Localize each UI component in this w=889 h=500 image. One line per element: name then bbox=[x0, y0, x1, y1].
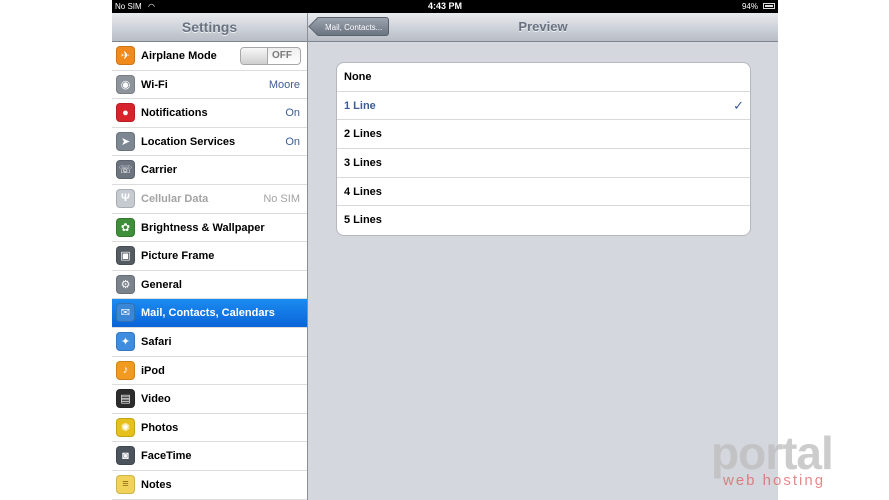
sidebar-item-label: Brightness & Wallpaper bbox=[141, 221, 265, 234]
sidebar-item-label: Photos bbox=[141, 421, 179, 434]
notepad-icon: ≡ bbox=[116, 474, 135, 494]
sidebar-item-label: Mail, Contacts, Calendars bbox=[141, 307, 275, 320]
option-label: 2 Lines bbox=[344, 128, 382, 141]
sidebar-item-general[interactable]: ⚙ General bbox=[112, 271, 307, 300]
clapperboard-icon: ▤ bbox=[116, 389, 135, 409]
notifications-icon: ● bbox=[116, 103, 135, 123]
sidebar-item-label: Cellular Data bbox=[141, 192, 209, 205]
music-note-icon: ♪ bbox=[116, 360, 135, 380]
battery-icon bbox=[763, 3, 775, 9]
sidebar-item-ipod[interactable]: ♪ iPod bbox=[112, 357, 307, 386]
sidebar-item-safari[interactable]: ✦ Safari bbox=[112, 328, 307, 357]
sidebar-item-brightness-wallpaper[interactable]: ✿ Brightness & Wallpaper bbox=[112, 214, 307, 243]
location-services-value: On bbox=[285, 135, 300, 148]
sidebar-item-notifications[interactable]: ● Notifications On bbox=[112, 99, 307, 128]
wifi-icon: ◉ bbox=[116, 74, 135, 94]
sidebar-item-label: General bbox=[141, 278, 182, 291]
option-label: 3 Lines bbox=[344, 157, 382, 170]
gear-icon: ⚙ bbox=[116, 274, 135, 294]
sidebar-item-label: Wi-Fi bbox=[141, 78, 168, 91]
option-none[interactable]: None bbox=[337, 63, 750, 92]
option-label: 5 Lines bbox=[344, 214, 382, 227]
ipad-screen: No SIM ◠ 4:43 PM 94% Settings ✈ Airplane… bbox=[112, 0, 778, 500]
sidebar-item-location-services[interactable]: ➤ Location Services On bbox=[112, 128, 307, 157]
airplane-mode-toggle[interactable]: OFF bbox=[240, 47, 301, 65]
portal-web-hosting-watermark: portal web hosting bbox=[711, 428, 861, 494]
sidebar-item-label: iPod bbox=[141, 364, 165, 377]
watermark-sub-text: web hosting bbox=[723, 472, 826, 489]
sidebar-item-label: Video bbox=[141, 393, 171, 406]
option-3-lines[interactable]: 3 Lines bbox=[337, 149, 750, 178]
sidebar-item-label: Location Services bbox=[141, 135, 236, 148]
sidebar-item-carrier[interactable]: ☏ Carrier bbox=[112, 156, 307, 185]
sidebar-item-label: FaceTime bbox=[141, 450, 192, 463]
sidebar-item-photos[interactable]: ✺ Photos bbox=[112, 414, 307, 443]
sidebar-title: Settings bbox=[112, 13, 307, 42]
sidebar-item-wifi[interactable]: ◉ Wi-Fi Moore bbox=[112, 71, 307, 100]
sunflower-icon: ✺ bbox=[116, 417, 135, 437]
flower-icon: ✿ bbox=[116, 217, 135, 237]
detail-pane: Mail, Contacts... Preview None 1 Line ✓ … bbox=[308, 13, 778, 500]
airplane-icon: ✈ bbox=[116, 46, 135, 65]
cellular-data-value: No SIM bbox=[263, 192, 300, 205]
antenna-icon: Ψ bbox=[116, 188, 135, 208]
option-1-line[interactable]: 1 Line ✓ bbox=[337, 92, 750, 121]
sidebar-item-video[interactable]: ▤ Video bbox=[112, 385, 307, 414]
sidebar-item-label: Notifications bbox=[141, 107, 208, 120]
sidebar-item-label: Airplane Mode bbox=[141, 50, 217, 62]
sidebar-item-airplane-mode[interactable]: ✈ Airplane Mode OFF bbox=[112, 42, 307, 71]
mail-icon: ✉ bbox=[116, 303, 135, 323]
option-label: None bbox=[344, 71, 372, 83]
sidebar-item-label: Picture Frame bbox=[141, 250, 215, 263]
detail-navigation-bar: Mail, Contacts... Preview bbox=[308, 13, 778, 42]
option-2-lines[interactable]: 2 Lines bbox=[337, 120, 750, 150]
option-4-lines[interactable]: 4 Lines bbox=[337, 178, 750, 207]
notifications-value: On bbox=[285, 107, 300, 120]
sidebar-item-label: Carrier bbox=[141, 164, 178, 177]
watermark-main-text: portal bbox=[711, 427, 834, 479]
compass-icon: ✦ bbox=[116, 331, 135, 351]
page-title: Preview bbox=[518, 19, 568, 34]
sidebar-item-notes[interactable]: ≡ Notes bbox=[112, 471, 307, 500]
sidebar-item-mail-contacts-calendars[interactable]: ✉ Mail, Contacts, Calendars bbox=[112, 299, 307, 328]
picture-frame-icon: ▣ bbox=[116, 246, 135, 266]
preview-options-list: None 1 Line ✓ 2 Lines 3 Lines 4 Lines 5 … bbox=[336, 62, 751, 237]
wifi-network-value: Moore bbox=[268, 78, 300, 91]
status-bar: No SIM ◠ 4:43 PM 94% bbox=[112, 0, 778, 13]
toggle-knob bbox=[241, 48, 268, 64]
sidebar-item-facetime[interactable]: ◙ FaceTime bbox=[112, 442, 307, 471]
option-5-lines[interactable]: 5 Lines bbox=[337, 206, 750, 235]
option-label: 4 Lines bbox=[344, 185, 382, 198]
settings-sidebar: Settings ✈ Airplane Mode OFF ◉ Wi-Fi Moo… bbox=[112, 13, 308, 500]
location-icon: ➤ bbox=[116, 131, 135, 151]
sidebar-item-label: Notes bbox=[141, 478, 172, 491]
toggle-state: OFF bbox=[272, 50, 292, 61]
checkmark-icon: ✓ bbox=[733, 97, 744, 113]
phone-icon: ☏ bbox=[116, 160, 135, 180]
clock: 4:43 PM bbox=[427, 1, 462, 11]
camera-icon: ◙ bbox=[116, 446, 135, 466]
sidebar-item-label: Safari bbox=[141, 335, 172, 348]
option-label: 1 Line bbox=[344, 99, 376, 112]
sidebar-item-picture-frame[interactable]: ▣ Picture Frame bbox=[112, 242, 307, 271]
sidebar-item-cellular-data: Ψ Cellular Data No SIM bbox=[112, 185, 307, 214]
battery-percent: 94% bbox=[741, 2, 758, 11]
